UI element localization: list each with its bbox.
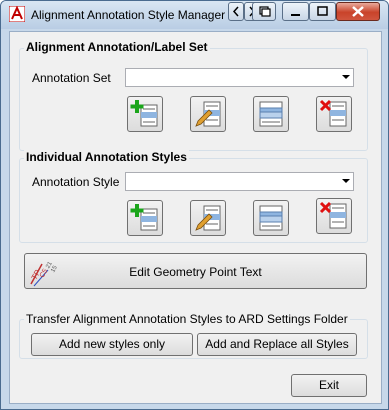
maximize-button[interactable]: [309, 2, 336, 21]
copy-set-button[interactable]: [253, 96, 289, 132]
copy-style-icon: [259, 101, 283, 127]
autocad-icon: [9, 6, 25, 22]
dialog-window: Alignment Annotation Style Manager Align…: [0, 0, 389, 410]
individual-styles-heading: Individual Annotation Styles: [24, 150, 189, 164]
minimize-icon: [291, 14, 300, 16]
delete-style-button[interactable]: [316, 198, 352, 234]
edit-style-icon: [195, 205, 221, 231]
add-style-button[interactable]: [127, 200, 163, 236]
edit-geometry-label: Edit Geometry Point Text: [129, 265, 262, 279]
close-button[interactable]: [336, 2, 380, 21]
chevron-down-icon: [342, 179, 350, 183]
add-replace-styles-button[interactable]: Add and Replace all Styles: [197, 333, 357, 356]
annotation-style-dropdown[interactable]: [125, 172, 354, 191]
copy-style-button[interactable]: [253, 200, 289, 236]
maximize-icon: [317, 6, 328, 16]
restore-icon: [259, 6, 271, 17]
add-style-icon: [130, 100, 158, 127]
restore-button[interactable]: [252, 2, 276, 21]
title-bar[interactable]: Alignment Annotation Style Manager: [1, 1, 388, 29]
edit-style-icon: [195, 101, 221, 127]
back-button[interactable]: [228, 2, 244, 21]
add-new-styles-button[interactable]: Add new styles only: [31, 333, 193, 356]
delete-set-button[interactable]: [316, 96, 352, 132]
annotation-style-label: Annotation Style: [32, 175, 120, 189]
edit-set-button[interactable]: [190, 96, 226, 132]
dialog-client-area: Alignment Annotation/Label Set Annotatio…: [9, 31, 382, 404]
annotation-set-label: Annotation Set: [32, 71, 111, 85]
edit-style-button[interactable]: [190, 200, 226, 236]
minimize-button[interactable]: [282, 2, 309, 21]
window-title: Alignment Annotation Style Manager: [31, 8, 226, 22]
edit-geometry-point-text-button[interactable]: TP C5 21 15 Edit Geometry Point Text: [24, 253, 367, 289]
delete-style-icon: [319, 99, 347, 127]
annotation-set-dropdown[interactable]: [125, 68, 354, 87]
add-style-icon: [130, 204, 158, 231]
back-icon: [232, 6, 239, 17]
chevron-down-icon: [342, 75, 350, 79]
transfer-heading: Transfer Alignment Annotation Styles to …: [24, 312, 350, 326]
alignment-set-heading: Alignment Annotation/Label Set: [24, 40, 210, 54]
copy-style-icon: [259, 205, 283, 231]
delete-style-icon: [319, 201, 347, 229]
add-set-button[interactable]: [127, 96, 163, 132]
close-icon: [352, 6, 364, 17]
exit-button[interactable]: Exit: [291, 374, 367, 397]
